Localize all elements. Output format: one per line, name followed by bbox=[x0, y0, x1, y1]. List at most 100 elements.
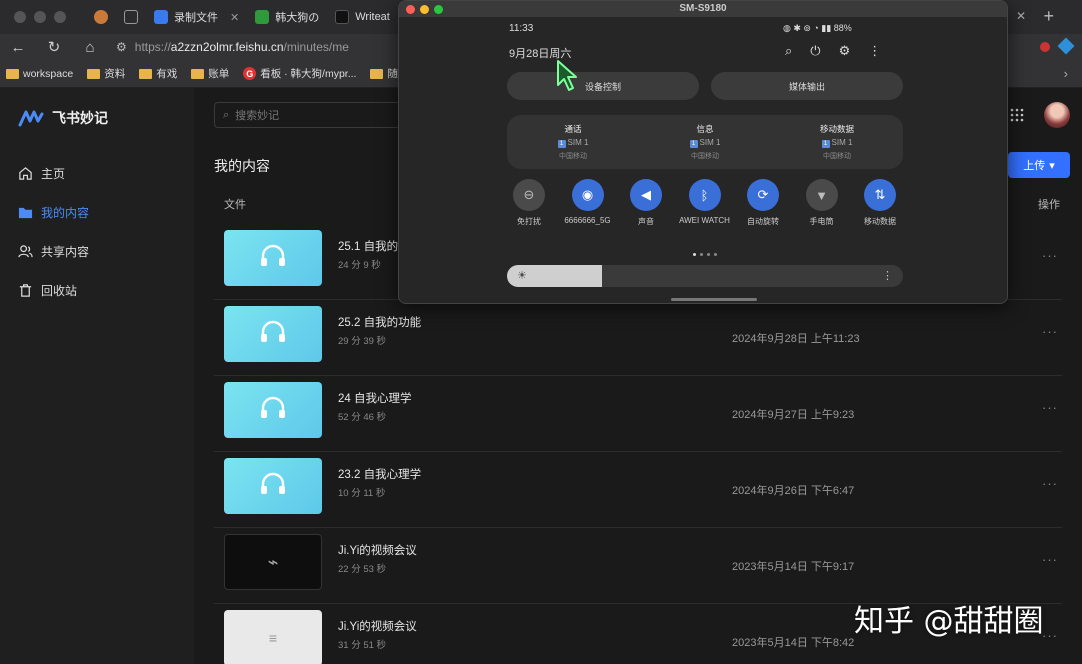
quick-setting-tile[interactable]: ▼ 手电筒 bbox=[792, 179, 852, 227]
file-title[interactable]: 24 自我心理学 bbox=[338, 390, 412, 406]
file-thumbnail[interactable]: ⌁ bbox=[224, 534, 322, 590]
quick-setting-label: 移动数据 bbox=[864, 217, 896, 226]
new-tab-plus-icon[interactable]: + bbox=[1043, 6, 1054, 27]
sidebar-item-home[interactable]: 主页 bbox=[18, 165, 65, 182]
tab-3[interactable]: 韩大狗の bbox=[247, 4, 327, 30]
file-title[interactable]: Ji.Yi的视频会议 bbox=[338, 618, 417, 634]
more-options-icon[interactable]: ··· bbox=[1042, 552, 1058, 567]
tab-4[interactable]: Writeat bbox=[327, 4, 398, 30]
bookmark-workspace[interactable]: workspace bbox=[6, 68, 73, 80]
quick-setting-tile[interactable]: ⇅ 移动数据 bbox=[850, 179, 910, 227]
table-row[interactable]: 25.2 自我的功能 29 分 39 秒 2024年9月28日 上午11:23 ··· bbox=[214, 300, 1062, 376]
table-row[interactable]: 24 自我心理学 52 分 46 秒 2024年9月27日 上午9:23 ··· bbox=[214, 376, 1062, 452]
sidebar: 飞书妙记 主页 我的内容 共享内容 回收站 bbox=[0, 88, 194, 664]
file-title[interactable]: Ji.Yi的视频会议 bbox=[338, 542, 417, 558]
apps-grid-icon[interactable] bbox=[1010, 108, 1024, 122]
quick-setting-tile[interactable]: ◉ 6666666_5G bbox=[558, 179, 618, 225]
reload-icon[interactable]: ↻ bbox=[36, 38, 72, 56]
table-row[interactable]: 23.2 自我心理学 10 分 11 秒 2024年9月26日 下午6:47 ··· bbox=[214, 452, 1062, 528]
video-thumbnail-icon: ⌁ bbox=[267, 551, 279, 572]
close-icon[interactable]: ✕ bbox=[1016, 9, 1026, 23]
file-title[interactable]: 25.2 自我的功能 bbox=[338, 314, 421, 330]
sim-messages[interactable]: 信息 1 SIM 1 中国移动 bbox=[655, 123, 755, 161]
sidebar-item-trash[interactable]: 回收站 bbox=[18, 282, 77, 299]
more-vertical-icon[interactable]: ⋮ bbox=[868, 43, 881, 59]
sidebar-item-my-content[interactable]: 我的内容 bbox=[18, 204, 89, 221]
sim-mobile-data[interactable]: 移动数据 1 SIM 1 中国移动 bbox=[787, 123, 887, 161]
quick-toggle-icon[interactable]: ▼ bbox=[805, 179, 838, 211]
extension-icon[interactable] bbox=[1057, 37, 1075, 55]
app-logo: 飞书妙记 bbox=[18, 108, 108, 128]
file-duration: 52 分 46 秒 bbox=[338, 412, 387, 423]
close-icon[interactable]: ✕ bbox=[230, 11, 239, 24]
file-title[interactable]: 23.2 自我心理学 bbox=[338, 466, 421, 482]
quick-toggle-icon[interactable]: ◉ bbox=[571, 179, 604, 211]
file-date: 2024年9月28日 上午11:23 bbox=[732, 333, 860, 345]
file-thumbnail[interactable] bbox=[224, 230, 322, 286]
leaf-favicon-icon bbox=[255, 10, 270, 24]
media-output-button[interactable]: 媒体输出 bbox=[711, 72, 903, 100]
gear-icon[interactable]: ⚙ bbox=[839, 43, 851, 59]
tab-1[interactable] bbox=[116, 4, 146, 30]
device-control-button[interactable]: 设备控制 bbox=[507, 72, 699, 100]
tab-0[interactable] bbox=[86, 4, 116, 30]
quick-setting-tile[interactable]: ⟳ 自动旋转 bbox=[733, 179, 793, 227]
folder-icon bbox=[370, 68, 384, 79]
chevron-right-icon[interactable]: › bbox=[1064, 66, 1068, 81]
back-arrow-icon[interactable]: ← bbox=[0, 39, 36, 56]
headphones-icon bbox=[259, 472, 287, 501]
file-duration: 31 分 51 秒 bbox=[338, 640, 387, 651]
more-options-icon[interactable]: ··· bbox=[1042, 248, 1058, 263]
mirror-title: SM-S9180 bbox=[679, 3, 727, 14]
extension-icon[interactable] bbox=[1040, 42, 1050, 52]
file-thumbnail[interactable] bbox=[224, 382, 322, 438]
folder-icon bbox=[87, 68, 101, 79]
sidebar-item-shared[interactable]: 共享内容 bbox=[18, 243, 89, 260]
navigation-handle[interactable] bbox=[671, 298, 757, 301]
sim-calls[interactable]: 通话 1 SIM 1 中国移动 bbox=[523, 123, 623, 161]
power-icon[interactable]: ⏻ bbox=[810, 43, 820, 59]
search-input[interactable]: ⌕ 搜索妙记 bbox=[214, 102, 404, 128]
more-options-icon[interactable]: ··· bbox=[1042, 324, 1058, 339]
bookmark-kanban[interactable]: G 看板 · 韩大狗/mypr... bbox=[243, 66, 356, 81]
bookmark-youxi[interactable]: 有戏 bbox=[139, 66, 177, 81]
quick-toggle-icon[interactable]: ᛒ bbox=[688, 179, 721, 211]
quick-setting-tile[interactable]: ⊖ 免打扰 bbox=[499, 179, 559, 227]
file-title[interactable]: 25.1 自我的 bbox=[338, 238, 398, 254]
quick-setting-tile[interactable]: ◀ 声音 bbox=[616, 179, 676, 227]
bookmark-bills[interactable]: 账单 bbox=[191, 66, 229, 81]
window-controls[interactable] bbox=[14, 11, 66, 23]
url-field[interactable]: ⚙ https://a2zzn2olmr.feishu.cn/minutes/m… bbox=[116, 40, 349, 54]
table-row[interactable]: ⌁ Ji.Yi的视频会议 22 分 53 秒 2023年5月14日 下午9:17 ··· bbox=[214, 528, 1062, 604]
file-thumbnail[interactable] bbox=[224, 458, 322, 514]
tab-2[interactable]: 录制文件 ✕ bbox=[146, 4, 247, 30]
status-time: 11:33 bbox=[509, 23, 534, 34]
more-vertical-icon[interactable]: ⋮ bbox=[882, 269, 893, 282]
writeat-favicon-icon bbox=[335, 10, 350, 24]
sim-panel: 通话 1 SIM 1 中国移动 信息 1 SIM 1 中国移动 移动数据 1 SIM 1 中国移动 bbox=[507, 115, 903, 169]
phone-mirror-window: SM-S9180 11:33 ◍ ✱ ⊚ ◔ ▮▮ 88% 9月28日周六 ⌕ … bbox=[398, 0, 1008, 304]
quick-toggle-icon[interactable]: ◀ bbox=[630, 179, 662, 211]
quick-toggle-icon[interactable]: ⟳ bbox=[747, 179, 779, 211]
file-date: 2024年9月27日 上午9:23 bbox=[732, 409, 855, 421]
file-thumbnail[interactable]: ≡ bbox=[224, 610, 322, 664]
quick-setting-tile[interactable]: ᛒ AWEI WATCH bbox=[675, 179, 735, 225]
quick-toggle-icon[interactable]: ⊖ bbox=[513, 179, 545, 211]
avatar[interactable] bbox=[1044, 102, 1070, 128]
search-icon[interactable]: ⌕ bbox=[785, 43, 792, 59]
folder-icon bbox=[18, 207, 33, 219]
site-info-icon[interactable]: ⚙ bbox=[116, 40, 127, 54]
quick-setting-label: 免打扰 bbox=[517, 217, 541, 226]
quick-toggle-icon[interactable]: ⇅ bbox=[864, 179, 896, 211]
file-thumbnail[interactable] bbox=[224, 306, 322, 362]
bookmark-materials[interactable]: 资料 bbox=[87, 66, 125, 81]
quick-setting-label: AWEI WATCH bbox=[679, 216, 730, 225]
brightness-slider[interactable]: ☀ ⋮ bbox=[507, 265, 903, 287]
more-options-icon[interactable]: ··· bbox=[1042, 400, 1058, 415]
file-date: 2023年5月14日 下午9:17 bbox=[732, 561, 855, 573]
home-icon[interactable]: ⌂ bbox=[72, 39, 108, 56]
more-options-icon[interactable]: ··· bbox=[1042, 476, 1058, 491]
more-options-icon[interactable]: ··· bbox=[1042, 628, 1058, 643]
panel-actions: ⌕ ⏻ ⚙ ⋮ bbox=[785, 43, 881, 59]
upload-button[interactable]: 上传 ▾ bbox=[1008, 152, 1070, 178]
